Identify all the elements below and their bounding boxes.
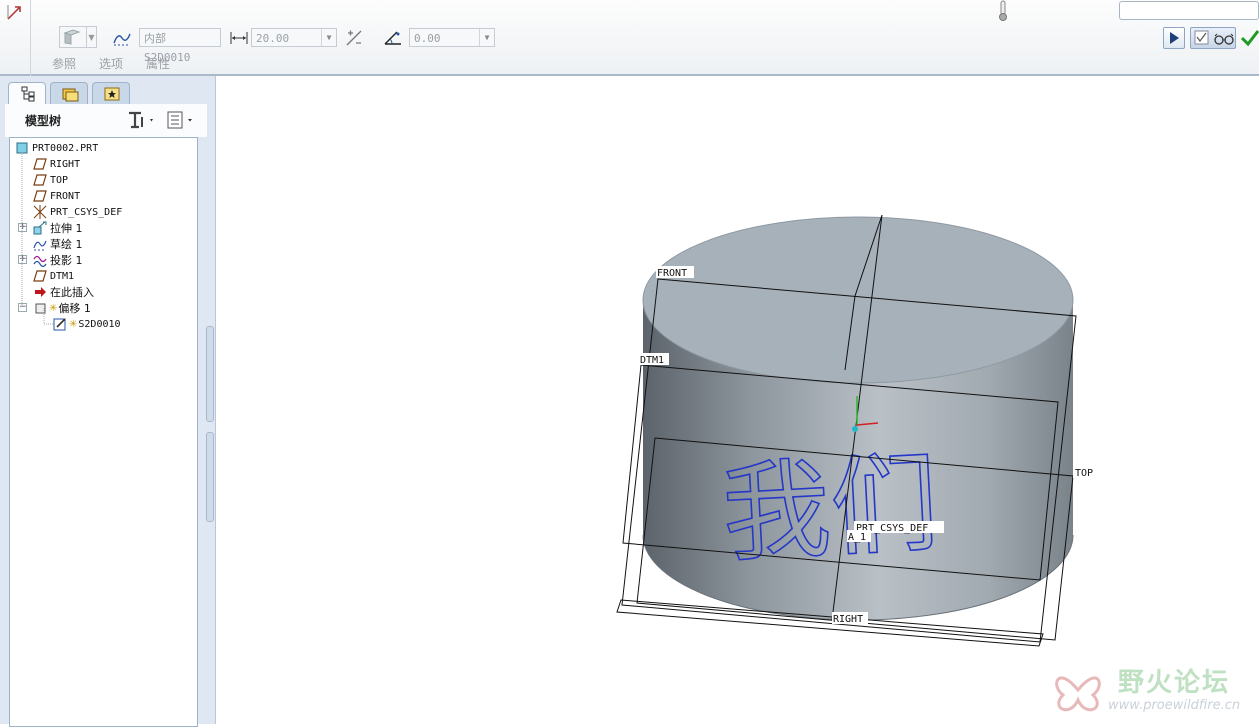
project-icon: [33, 255, 47, 267]
extrude-icon: [33, 221, 47, 235]
collapse-icon[interactable]: −: [18, 303, 27, 312]
navigator-splitter-handle[interactable]: [206, 432, 214, 522]
chevron-down-icon[interactable]: ▼: [321, 29, 336, 46]
butterfly-logo-icon: [1055, 676, 1101, 712]
csys-icon: [33, 205, 47, 219]
sketch-reference-field[interactable]: 内部 S2D0010: [139, 28, 221, 64]
tree-item-extrude[interactable]: 拉伸 1: [33, 220, 83, 236]
cylinder-top-face: [642, 216, 1074, 384]
chevron-down-icon[interactable]: ▼: [479, 29, 494, 46]
axis-label: A_1: [848, 532, 866, 543]
angle-icon: [384, 31, 401, 45]
play-icon: [1170, 32, 1179, 44]
favorites-star-icon: [104, 87, 120, 101]
dashboard-separator: [30, 0, 31, 76]
tab-model-tree[interactable]: [8, 82, 46, 104]
options-tab[interactable]: 选项: [99, 55, 123, 72]
tree-item-sketch[interactable]: 草绘 1: [33, 236, 83, 252]
navigator-splitter[interactable]: [206, 326, 214, 422]
model-tree-header: 模型树: [5, 104, 207, 137]
insert-here-arrow-icon: [35, 287, 46, 297]
sketch-reference-icon: [63, 29, 81, 45]
chevron-down-icon[interactable]: ▼: [87, 26, 97, 48]
tree-item-part[interactable]: PRT0002.PRT: [15, 140, 98, 156]
dtm1-label: DTM1: [640, 355, 664, 366]
search-input[interactable]: [1119, 1, 1259, 20]
checkbox-icon[interactable]: [1194, 30, 1210, 46]
tree-item-label: 草绘 1: [50, 238, 83, 251]
part-icon: [16, 142, 28, 154]
tab-folder-browser[interactable]: [50, 82, 88, 104]
right-label: RIGHT: [833, 614, 863, 625]
watermark-url: www.proewildfire.cn: [1108, 698, 1241, 713]
thermometer-icon: [999, 0, 1007, 21]
offset-icon: [35, 303, 46, 314]
navigator-panel: 模型树 PRT0002.PRT RIGHT TOP FRONT PRT_CSYS…: [0, 76, 216, 727]
preview-toggle-group[interactable]: [1190, 27, 1236, 49]
tree-item-label: PRT_CSYS_DEF: [50, 206, 123, 218]
properties-tab[interactable]: 属性: [146, 55, 170, 72]
reference-collector-button[interactable]: ▼: [59, 25, 97, 49]
engraved-text: 我们: [719, 441, 941, 577]
folder-browser-icon: [62, 88, 79, 102]
tree-item-label: FRONT: [50, 190, 81, 202]
tree-show-button[interactable]: [166, 111, 196, 129]
confirm-check-icon[interactable]: [1240, 28, 1259, 48]
tree-item-label: DTM1: [50, 270, 75, 282]
tree-settings-button[interactable]: [126, 111, 156, 129]
tools-icon: [129, 111, 153, 129]
tree-item-label: 偏移 1: [58, 302, 91, 315]
datum-plane-icon: [33, 174, 47, 186]
tree-item-dtm1[interactable]: DTM1: [33, 268, 74, 284]
tree-item-csys[interactable]: PRT_CSYS_DEF: [33, 204, 122, 220]
model-tree-icon: [21, 86, 35, 102]
flip-direction-icon[interactable]: [345, 29, 363, 47]
watermark-title: 野火论坛: [1118, 668, 1231, 698]
datum-plane-icon: [33, 270, 47, 282]
sketch-edit-icon: [53, 318, 66, 331]
depth-value: 20.00: [256, 32, 290, 45]
tree-item-label: 在此插入: [50, 286, 94, 299]
angle-value-combo[interactable]: 0.00 ▼: [409, 28, 495, 47]
pause-resume-button[interactable]: [1163, 27, 1185, 49]
tree-item-top[interactable]: TOP: [33, 172, 68, 188]
tree-item-label: TOP: [50, 174, 69, 186]
model-tree: PRT0002.PRT RIGHT TOP FRONT PRT_CSYS_DEF…: [9, 137, 198, 727]
tree-item-front[interactable]: FRONT: [33, 188, 80, 204]
sketch-icon: [113, 33, 131, 46]
feature-dashboard: ▼ 内部 S2D0010 20.00 ▼ 0.00 ▼ 参照 选项 属性: [0, 0, 1259, 76]
sketch-icon: [33, 240, 47, 251]
top-label: TOP: [1075, 468, 1093, 479]
angle-value: 0.00: [414, 32, 441, 45]
tree-item-label: 投影 1: [50, 254, 83, 267]
datum-plane-icon: [33, 190, 47, 202]
tree-item-label: RIGHT: [50, 158, 81, 170]
tree-item-label: S2D0010: [78, 318, 121, 330]
tree-item-s2d0010[interactable]: ✳ S2D0010: [53, 316, 121, 332]
datum-plane-icon: [33, 158, 47, 170]
csys-origin: [852, 426, 858, 432]
model-tree-title: 模型树: [25, 114, 62, 128]
forum-watermark: 野火论坛 www.proewildfire.cn: [1048, 660, 1258, 722]
depth-dimension-icon: [230, 32, 248, 44]
model-view: 我们 FRONT DTM1 TOP RIGHT PRT_CSYS_DEF A_1: [616, 214, 1097, 647]
tree-item-insert-here[interactable]: 在此插入: [33, 284, 94, 300]
graphics-window[interactable]: 我们 FRONT DTM1 TOP RIGHT PRT_CSYS_DEF A_1: [216, 76, 1259, 724]
expand-icon[interactable]: +: [18, 223, 27, 232]
dashboard-pin-icon[interactable]: [5, 3, 25, 21]
tree-item-label: 拉伸 1: [50, 222, 83, 235]
front-label: FRONT: [657, 268, 687, 279]
list-icon: [167, 111, 192, 129]
tree-item-project[interactable]: 投影 1: [33, 252, 83, 268]
active-feature-star-icon: ✳: [69, 318, 78, 330]
glasses-icon[interactable]: [1213, 32, 1235, 46]
tree-item-label: PRT0002.PRT: [32, 142, 99, 154]
active-feature-star-icon: ✳: [49, 302, 58, 314]
tree-item-offset[interactable]: ✳ 偏移 1: [33, 300, 91, 316]
references-tab[interactable]: 参照: [52, 55, 76, 72]
tree-item-right[interactable]: RIGHT: [33, 156, 80, 172]
depth-value-combo[interactable]: 20.00 ▼: [251, 28, 337, 47]
tab-favorites[interactable]: [92, 82, 130, 104]
expand-icon[interactable]: +: [18, 255, 27, 264]
